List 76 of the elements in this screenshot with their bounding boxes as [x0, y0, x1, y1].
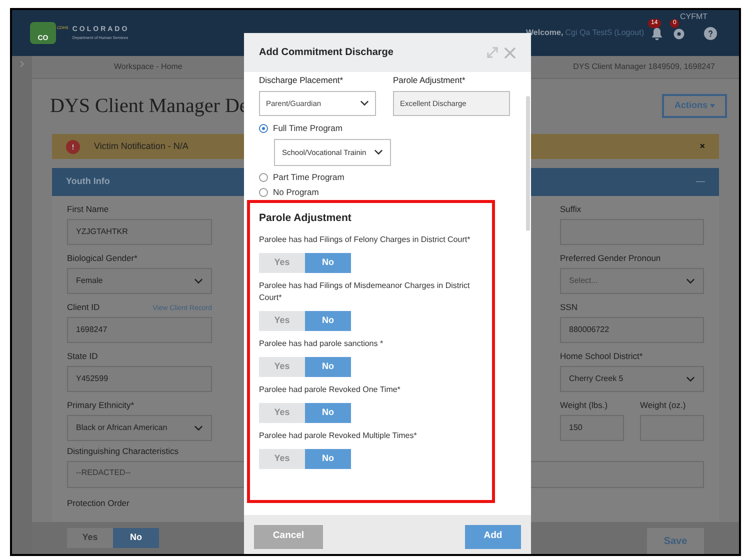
field-label: Protection Order [67, 496, 130, 510]
field-label: Suffix [560, 203, 582, 216]
chevron-down-icon [360, 100, 369, 106]
alert-text: Victim Notification - N/A [94, 140, 188, 153]
toggle-option[interactable]: No [113, 528, 159, 548]
expand-icon[interactable] [487, 47, 498, 58]
chevron-down-icon [194, 425, 203, 431]
input-field[interactable]: 1698247 [67, 317, 212, 343]
toggle-option[interactable]: Yes [259, 310, 305, 330]
logout-link[interactable]: (Logout) [614, 27, 644, 39]
toggle-option[interactable]: No [305, 356, 351, 376]
chevron-down-icon [686, 376, 695, 382]
exclamation-icon [66, 140, 80, 154]
organization-label: CYFMT [680, 11, 708, 23]
field-label: Client ID [67, 301, 100, 314]
close-button[interactable]: × [700, 140, 705, 154]
cancel-button[interactable]: Cancel [254, 524, 323, 548]
field-label: Home School District* [560, 350, 643, 363]
chevron-down-icon [374, 149, 383, 156]
field-label: Preferred Gender Pronoun [560, 252, 661, 265]
field-label: Biological Gender* [67, 252, 138, 265]
section-heading: Parole Adjustment [259, 210, 352, 226]
breadcrumb-link[interactable]: DYS Client Manager 1849509, 1698247 [573, 61, 715, 73]
select-field[interactable]: Black or African American [67, 415, 212, 441]
section-title: Youth Info [66, 175, 110, 188]
close-icon[interactable] [504, 46, 516, 58]
chevron-down-icon [686, 278, 695, 284]
field-label: Distinguishing Characteristics [67, 445, 178, 458]
field-label: Parole Adjustment* [393, 74, 466, 87]
chevron-right-icon[interactable] [20, 60, 24, 68]
field-label: Weight (oz.) [640, 399, 686, 412]
input-field[interactable]: Y452599 [67, 366, 212, 392]
radio-label: No Program [273, 186, 319, 199]
save-button[interactable]: Save [647, 528, 704, 554]
field-label: Discharge Placement* [259, 74, 344, 87]
radio-label: Part Time Program [273, 170, 344, 184]
toggle-option[interactable]: Yes [259, 448, 305, 468]
toggle-option[interactable]: Yes [259, 356, 305, 376]
radio-button[interactable] [259, 188, 268, 197]
bell-icon[interactable] [650, 27, 664, 41]
toggle-option[interactable]: Yes [259, 252, 305, 272]
scrollbar-thumb[interactable] [526, 96, 530, 231]
select-field[interactable]: Select... [560, 268, 704, 294]
toggle-option[interactable]: Yes [259, 402, 305, 422]
input-field[interactable]: YZJGTAHTKR [67, 219, 212, 245]
collapse-button[interactable]: — [696, 175, 705, 189]
question-text: Parolee had parole Revoked One Time* [259, 384, 402, 396]
radio-button[interactable] [259, 172, 268, 182]
add-button[interactable]: Add [465, 524, 521, 548]
select-field[interactable]: Cherry Creek 5 [560, 366, 704, 392]
radio-label: Full Time Program [273, 122, 342, 135]
question-text: Parolee has had parole sanctions * [259, 338, 384, 350]
field-label: State ID [67, 350, 98, 363]
question-text: Parolee has had Filings of Misdemeanor Charges in District Court* [259, 280, 471, 304]
field-label: SSN [560, 301, 578, 314]
help-icon[interactable] [704, 26, 717, 40]
select-field[interactable]: Female [67, 268, 212, 294]
input-field[interactable]: 150 [560, 415, 624, 441]
field-label: Primary Ethnicity* [67, 399, 134, 412]
toggle-option[interactable]: No [305, 448, 351, 468]
input-field[interactable]: 880006722 [560, 317, 704, 343]
field-label: Weight (lbs.) [560, 399, 608, 412]
question-text: Parolee has had Filings of Felony Charges in District Court* [259, 234, 472, 246]
actions-button[interactable]: Actions [662, 94, 727, 118]
caret-icon [710, 104, 714, 108]
toggle-option[interactable]: No [305, 310, 351, 330]
radio-button[interactable] [259, 124, 268, 133]
toggle-option[interactable]: No [305, 402, 351, 422]
dialog-title: Add Commitment Discharge [259, 46, 394, 60]
question-text: Parolee had parole Revoked Multiple Times* [259, 430, 418, 442]
user-link[interactable]: Cgi Qa TestS [565, 27, 612, 39]
toggle-option[interactable]: Yes [67, 528, 113, 548]
chevron-down-icon [194, 278, 203, 284]
breadcrumb-link[interactable]: Workspace - Home [114, 61, 182, 73]
toggle-option[interactable]: No [305, 252, 351, 272]
field-label: First Name [67, 203, 109, 216]
